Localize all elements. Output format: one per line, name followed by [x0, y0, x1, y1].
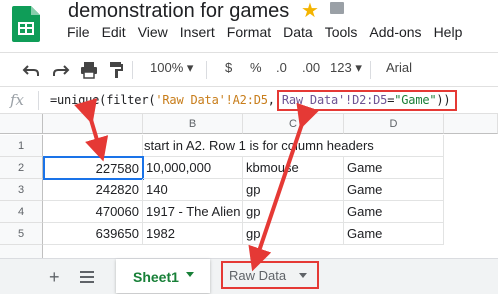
grid-cell[interactable]: Game: [344, 179, 444, 201]
font-select[interactable]: Arial: [386, 60, 412, 75]
toolbar-divider: [206, 61, 207, 79]
grid-cell[interactable]: 639650: [43, 223, 143, 245]
column-header-a[interactable]: [43, 114, 143, 134]
menu-data[interactable]: Data: [283, 24, 313, 44]
grid-cell[interactable]: 1917 - The Alien: [143, 201, 243, 223]
column-header-b[interactable]: B: [143, 114, 243, 134]
menu-file[interactable]: File: [67, 24, 90, 44]
grid-cell[interactable]: gp: [243, 179, 344, 201]
sheet-tab-label: Raw Data: [229, 268, 287, 283]
formula-part-function: =unique(filter(: [50, 93, 156, 107]
add-sheet-icon[interactable]: +: [49, 267, 60, 288]
menu-view[interactable]: View: [138, 24, 168, 44]
grid-cell[interactable]: 1982: [143, 223, 243, 245]
sheet-tab-raw-data[interactable]: Raw Data: [221, 261, 319, 289]
redo-icon[interactable]: [52, 62, 70, 78]
decrease-decimal-button[interactable]: .0: [276, 60, 287, 75]
menu-format[interactable]: Format: [227, 24, 271, 44]
grid-cell[interactable]: 242820: [43, 179, 143, 201]
percent-button[interactable]: %: [250, 60, 262, 75]
document-title[interactable]: demonstration for games: [68, 0, 289, 23]
increase-decimal-button[interactable]: .00: [302, 60, 320, 75]
sheet-tab-sheet1[interactable]: Sheet1: [116, 259, 210, 293]
star-icon[interactable]: ★: [301, 0, 319, 23]
fx-icon: fx: [10, 91, 25, 109]
row-header[interactable]: [0, 245, 43, 258]
folder-icon[interactable]: [330, 2, 344, 14]
formula-range-data: 'Raw Data'!A2:D5: [155, 93, 268, 107]
all-sheets-icon[interactable]: [80, 271, 94, 283]
grid-cell[interactable]: Game: [344, 201, 444, 223]
zoom-select[interactable]: 100% ▾: [150, 60, 193, 76]
formula-part-comma: ,: [267, 93, 275, 107]
toolbar-divider: [132, 61, 133, 79]
toolbar-divider: [370, 61, 371, 79]
undo-icon[interactable]: [22, 62, 40, 78]
print-icon[interactable]: [80, 61, 98, 79]
grid-cell[interactable]: Game: [344, 223, 444, 245]
grid-cell[interactable]: gp: [243, 223, 344, 245]
menu-tools[interactable]: Tools: [325, 24, 358, 44]
column-header-d[interactable]: D: [344, 114, 444, 134]
menu-insert[interactable]: Insert: [180, 24, 215, 44]
spreadsheet-window: demonstration for games ★ File Edit View…: [0, 0, 498, 294]
formula-bar-divider: [38, 91, 39, 110]
number-format-label: 123: [330, 60, 352, 75]
column-header-e[interactable]: [444, 114, 498, 134]
currency-button[interactable]: $: [225, 60, 232, 75]
row-header[interactable]: 5: [0, 223, 43, 245]
formula-bar: fx =unique(filter('Raw Data'!A2:D5,'Raw …: [0, 86, 498, 114]
grid-cell[interactable]: 140: [143, 179, 243, 201]
toolbar: 100% ▾ $ % .0 .00 123 ▾ Arial: [0, 52, 498, 86]
row-header[interactable]: 1: [0, 135, 43, 157]
column-header-c[interactable]: C: [243, 114, 344, 134]
chevron-down-icon[interactable]: [186, 272, 194, 277]
paint-format-icon[interactable]: [108, 61, 124, 79]
select-all-corner[interactable]: [0, 114, 43, 134]
menu-addons[interactable]: Add-ons: [369, 24, 421, 44]
zoom-value: 100%: [150, 60, 184, 75]
grid-cell[interactable]: [43, 135, 143, 157]
number-format-select[interactable]: 123 ▾: [330, 60, 362, 76]
grid-cell[interactable]: kbmouse: [243, 157, 344, 179]
grid-cell[interactable]: 10,000,000: [143, 157, 243, 179]
row-header[interactable]: 4: [0, 201, 43, 223]
chevron-down-icon[interactable]: [299, 273, 307, 278]
row-header[interactable]: 2: [0, 157, 43, 179]
sheet-tab-label: Sheet1: [133, 269, 179, 285]
sheet-tabs-bar: + Sheet1 Raw Data: [0, 258, 498, 294]
menu-edit[interactable]: Edit: [102, 24, 126, 44]
menu-bar: File Edit View Insert Format Data Tools …: [67, 24, 474, 44]
grid-cell[interactable]: gp: [243, 201, 344, 223]
row-header[interactable]: 3: [0, 179, 43, 201]
sheets-logo-icon[interactable]: [12, 6, 40, 42]
grid-cell[interactable]: Game: [344, 157, 444, 179]
grid-cell-selected[interactable]: 227580: [43, 156, 144, 180]
grid-cell[interactable]: 470060: [43, 201, 143, 223]
annotation-highlight-box: [277, 90, 457, 111]
menu-help[interactable]: Help: [434, 24, 463, 44]
instruction-note: start in A2. Row 1 is for column headers: [144, 138, 374, 153]
